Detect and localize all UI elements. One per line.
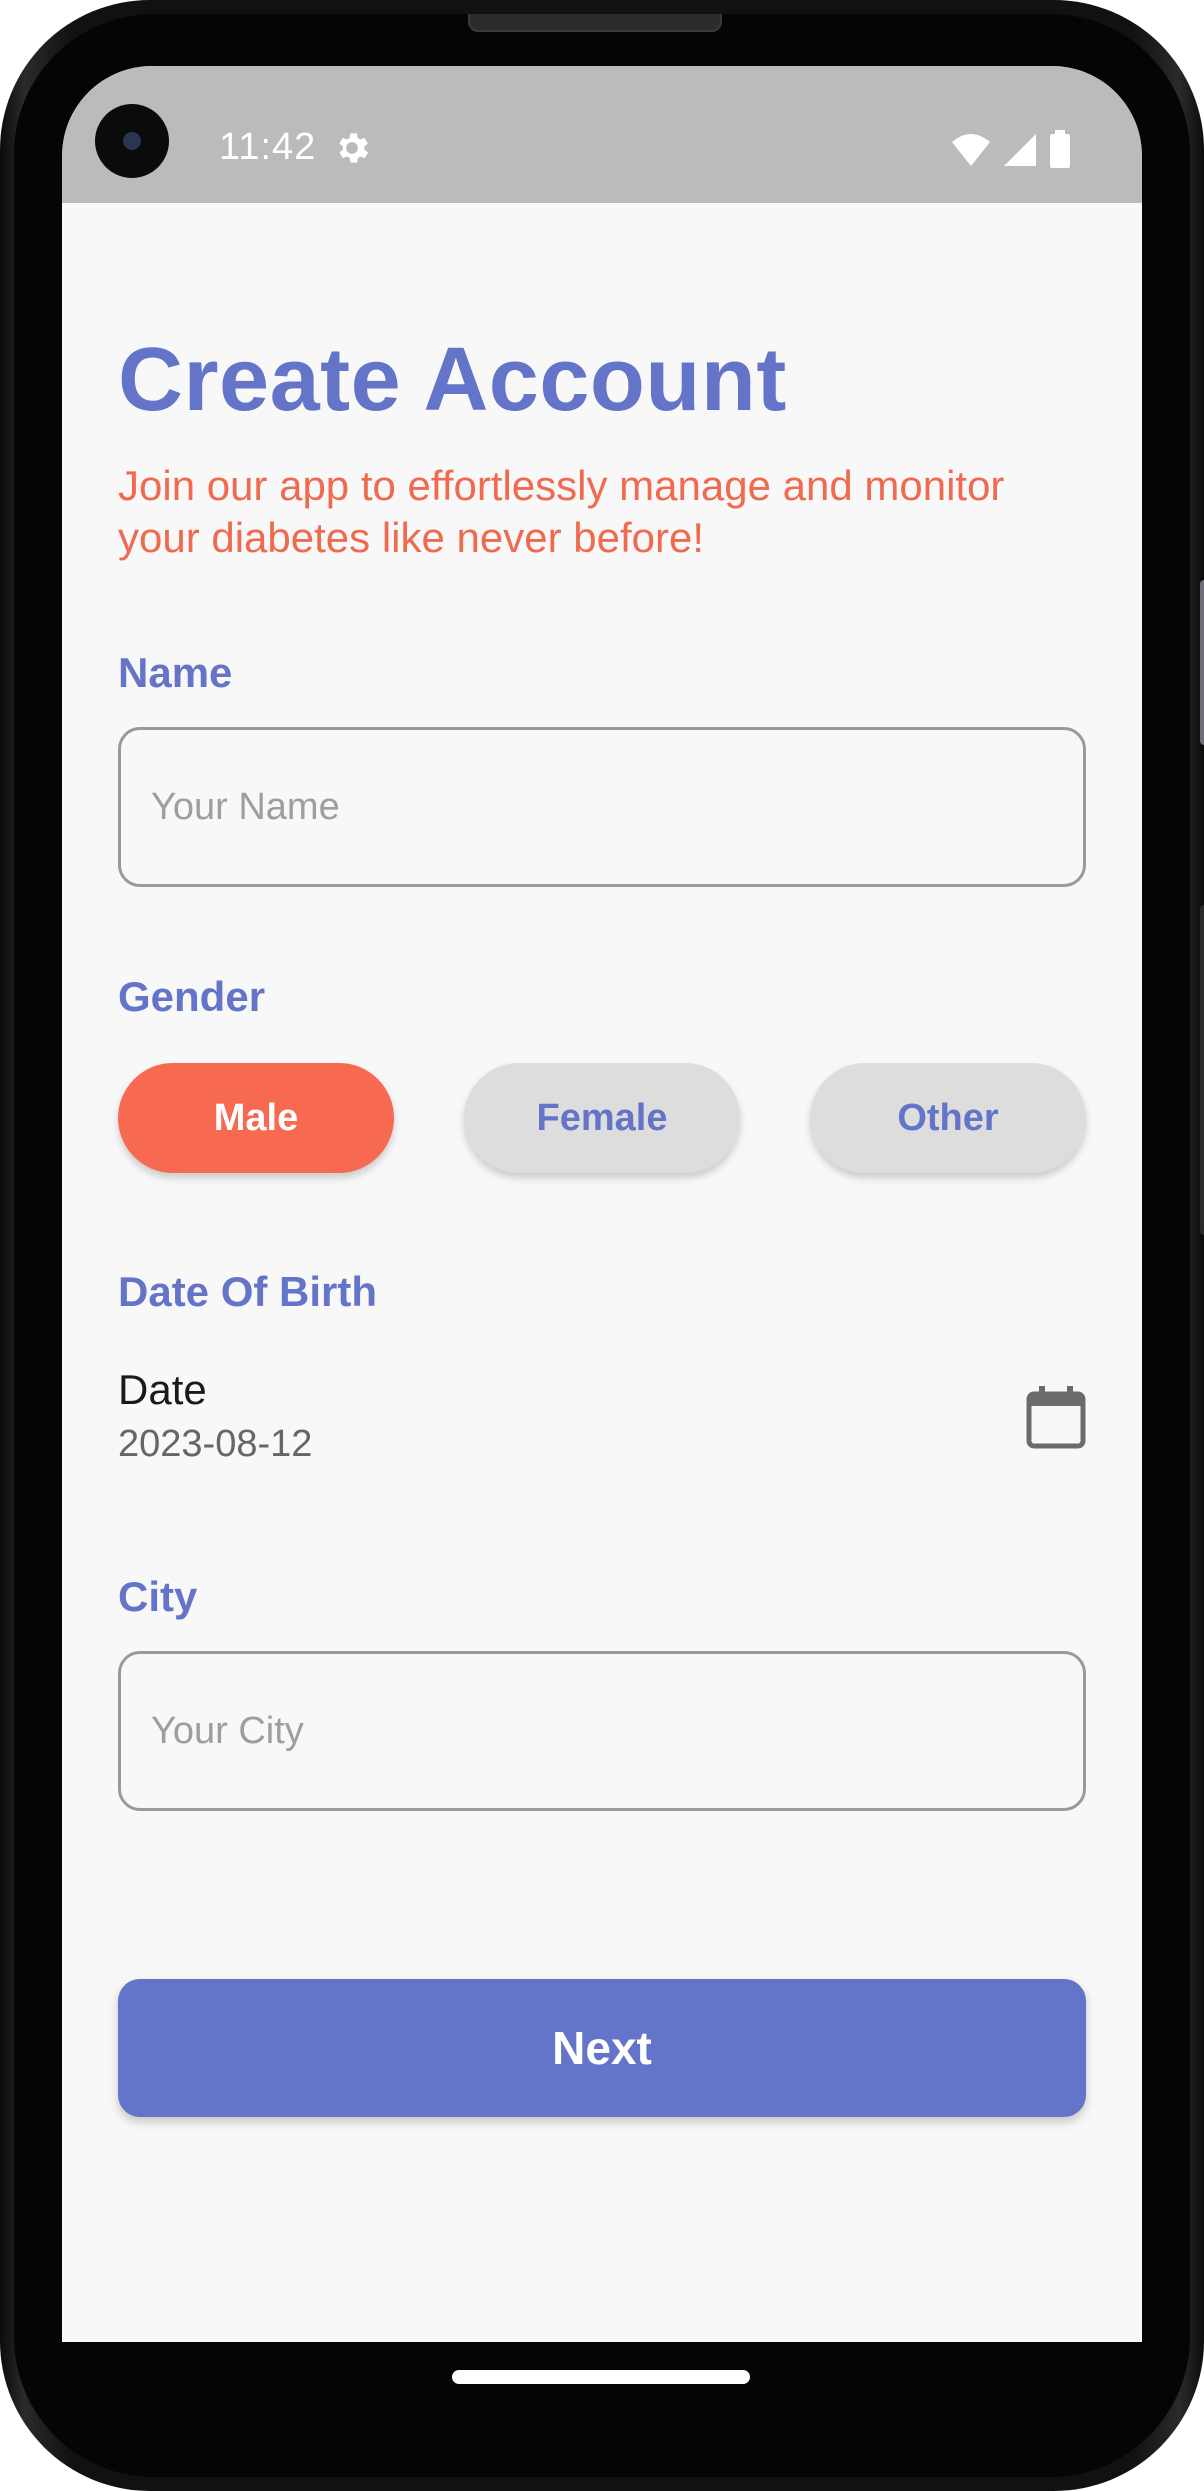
city-input[interactable] — [118, 1651, 1086, 1811]
settings-gear-icon — [339, 133, 369, 163]
status-icons — [950, 130, 1072, 168]
gender-female-button[interactable]: Female — [464, 1063, 740, 1173]
gender-male-button[interactable]: Male — [118, 1063, 394, 1173]
dob-label: Date Of Birth — [118, 1268, 378, 1315]
app-screen: 11:42 Create Account Join our app to eff… — [62, 66, 1142, 2342]
name-label: Name — [118, 649, 233, 696]
date-field-label: Date — [118, 1366, 207, 1413]
name-input[interactable] — [118, 727, 1086, 887]
home-indicator[interactable] — [452, 2370, 750, 2384]
next-button[interactable]: Next — [118, 1979, 1086, 2117]
earpiece-speaker — [468, 14, 722, 32]
battery-icon — [1050, 130, 1070, 168]
power-button — [1200, 905, 1204, 1235]
gender-label: Gender — [118, 973, 266, 1020]
volume-button — [1200, 580, 1204, 745]
gender-other-button[interactable]: Other — [810, 1063, 1086, 1173]
front-camera — [95, 104, 169, 178]
status-bar: 11:42 — [62, 66, 1142, 203]
phone-frame: 11:42 Create Account Join our app to eff… — [0, 0, 1204, 2491]
date-field-value[interactable]: 2023-08-12 — [118, 1423, 312, 1466]
navigation-bar — [62, 2342, 1142, 2442]
signal-icon — [1004, 134, 1036, 166]
city-label: City — [118, 1573, 198, 1620]
wifi-icon — [952, 134, 990, 166]
calendar-icon[interactable] — [1026, 1385, 1086, 1449]
page-title: Create Account — [118, 330, 787, 430]
status-time: 11:42 — [219, 126, 317, 168]
page-subtitle: Join our app to effortlessly manage and … — [118, 462, 1005, 561]
